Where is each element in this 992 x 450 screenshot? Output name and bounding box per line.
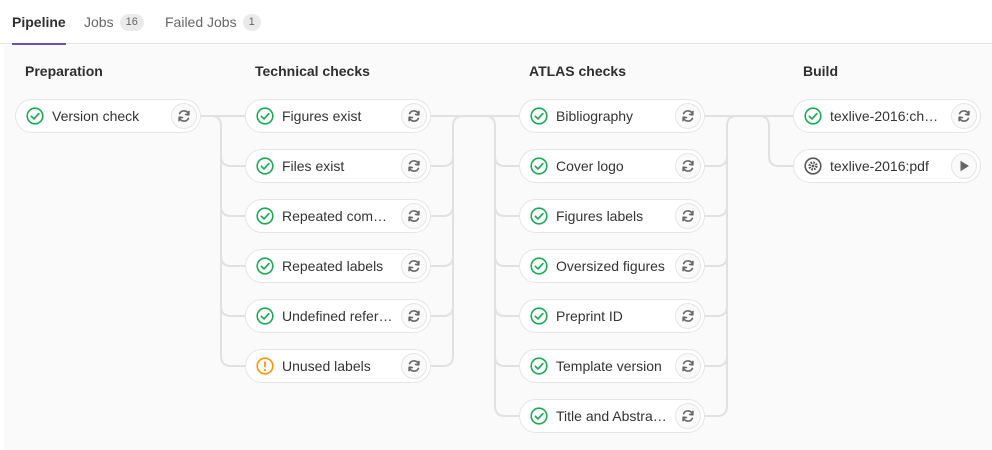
tab-jobs[interactable]: Jobs 16 [84, 0, 144, 44]
tab-jobs-count-badge: 16 [119, 13, 144, 31]
job-name: Files exist [282, 158, 345, 174]
success-icon [530, 157, 548, 175]
retry-button[interactable] [951, 103, 977, 129]
tab-pipeline[interactable]: Pipeline [12, 0, 66, 45]
retry-button[interactable] [675, 253, 701, 279]
tab-jobs-label: Jobs [84, 14, 114, 30]
pipeline-tabs: Pipeline Jobs 16 Failed Jobs 1 [0, 0, 992, 45]
job-pill[interactable]: Cover logo [519, 149, 705, 183]
tab-pipeline-label: Pipeline [12, 14, 66, 30]
job-name: Oversized figures [556, 258, 665, 274]
stage-title: Technical checks [255, 63, 370, 79]
job-name: Cover logo [556, 158, 624, 174]
job-name: texlive-2016:ch… [830, 108, 939, 124]
retry-icon [407, 359, 421, 373]
retry-button[interactable] [675, 353, 701, 379]
retry-button[interactable] [401, 203, 427, 229]
job-pill[interactable]: Figures exist [245, 99, 431, 133]
success-icon [256, 207, 274, 225]
retry-button[interactable] [401, 353, 427, 379]
stage-connector-path [431, 115, 519, 417]
job-name: texlive-2016:pdf [830, 158, 929, 174]
retry-icon [681, 109, 695, 123]
stage-connector-path [705, 115, 793, 417]
job-pill[interactable]: Repeated labels [245, 249, 431, 283]
job-pill[interactable]: Version check [15, 99, 201, 133]
job-pill[interactable]: Template version [519, 349, 705, 383]
job-name: Repeated labels [282, 258, 384, 274]
retry-icon [957, 109, 971, 123]
retry-icon [681, 209, 695, 223]
retry-icon [177, 109, 191, 123]
retry-button[interactable] [675, 153, 701, 179]
retry-icon [407, 209, 421, 223]
success-icon [256, 107, 274, 125]
retry-button[interactable] [675, 203, 701, 229]
success-icon [530, 407, 548, 425]
success-icon [256, 157, 274, 175]
retry-icon [681, 259, 695, 273]
stage-title: Preparation [25, 63, 103, 79]
success-icon [530, 107, 548, 125]
retry-button[interactable] [401, 303, 427, 329]
retry-icon [407, 109, 421, 123]
job-name: Title and Abstra… [556, 408, 667, 424]
job-name: Bibliography [556, 108, 634, 124]
retry-button[interactable] [401, 253, 427, 279]
job-pill[interactable]: Preprint ID [519, 299, 705, 333]
success-icon [530, 307, 548, 325]
job-pill[interactable]: Figures labels [519, 199, 705, 233]
retry-icon [681, 409, 695, 423]
job-name: Undefined refer… [282, 308, 393, 324]
retry-icon [407, 309, 421, 323]
job-pill[interactable]: Files exist [245, 149, 431, 183]
retry-button[interactable] [401, 153, 427, 179]
job-pill[interactable]: Repeated com… [245, 199, 431, 233]
job-pill[interactable]: texlive-2016:pdf [793, 149, 981, 183]
retry-button[interactable] [675, 403, 701, 429]
retry-icon [681, 309, 695, 323]
stage-title: Build [803, 63, 838, 79]
tab-failed-jobs[interactable]: Failed Jobs 1 [165, 0, 261, 44]
job-name: Figures labels [556, 208, 644, 224]
warning-icon [256, 357, 274, 375]
retry-button[interactable] [675, 303, 701, 329]
tab-failed-jobs-label: Failed Jobs [165, 14, 237, 30]
job-pill[interactable]: Unused labels [245, 349, 431, 383]
retry-icon [407, 259, 421, 273]
job-name: Figures exist [282, 108, 362, 124]
success-icon [804, 107, 822, 125]
success-icon [530, 207, 548, 225]
retry-button[interactable] [401, 103, 427, 129]
job-name: Template version [556, 358, 662, 374]
job-pill[interactable]: Bibliography [519, 99, 705, 133]
job-pill[interactable]: Title and Abstra… [519, 399, 705, 433]
job-pill[interactable]: texlive-2016:ch… [793, 99, 981, 133]
retry-icon [681, 359, 695, 373]
manual-icon [804, 157, 822, 175]
stage-connector-path [201, 115, 245, 367]
retry-icon [407, 159, 421, 173]
retry-icon [681, 159, 695, 173]
job-pill[interactable]: Oversized figures [519, 249, 705, 283]
play-icon [957, 159, 971, 173]
success-icon [530, 357, 548, 375]
success-icon [26, 107, 44, 125]
success-icon [530, 257, 548, 275]
job-name: Preprint ID [556, 308, 623, 324]
job-pill[interactable]: Undefined refer… [245, 299, 431, 333]
pipeline-graph: Preparation Version check Technical chec… [4, 45, 992, 450]
job-name: Repeated com… [282, 208, 388, 224]
play-button[interactable] [951, 153, 977, 179]
job-name: Version check [52, 108, 140, 124]
success-icon [256, 307, 274, 325]
tab-failed-jobs-count-badge: 1 [242, 13, 261, 31]
retry-button[interactable] [171, 103, 197, 129]
stage-title: ATLAS checks [529, 63, 626, 79]
job-name: Unused labels [282, 358, 371, 374]
retry-button[interactable] [675, 103, 701, 129]
success-icon [256, 257, 274, 275]
